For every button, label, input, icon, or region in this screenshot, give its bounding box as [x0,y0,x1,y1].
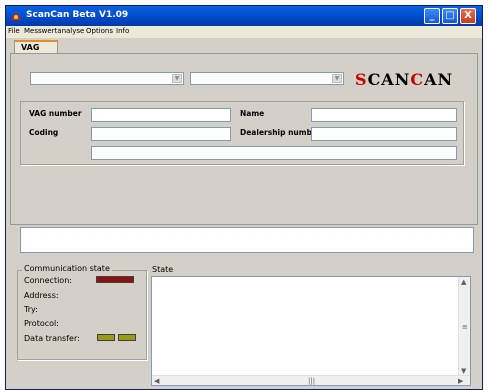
horizontal-scrollbar[interactable]: ◀ ||| ▶ [152,375,470,385]
coding-label: Coding [29,128,59,137]
app-logo-icon [11,12,21,20]
menu-messwertanalyse[interactable]: Messwertanalyse [24,27,84,35]
maximize-button[interactable]: □ [442,8,458,24]
menu-info[interactable]: Info [116,27,129,35]
address-label: Address: [24,291,59,300]
menu-bar: File Messwertanalyse Options Info [6,26,482,38]
minimize-button[interactable]: _ [424,8,440,24]
state-log-textarea[interactable]: ▲ ≡ ▼ ◀ ||| ▶ [151,276,471,386]
extra-info-field[interactable] [91,146,457,160]
tab-vag[interactable]: VAG [14,40,58,54]
logo-part-an: AN [424,70,454,89]
ecu-select-combo[interactable]: ▼ [30,72,184,85]
name-label: Name [240,109,265,118]
scroll-thumb-grip-icon[interactable]: ≡ [462,323,468,331]
scroll-thumb-grip-icon[interactable]: ||| [308,377,315,385]
communication-state-legend: Communication state [22,264,112,273]
close-button[interactable]: X [460,8,476,24]
logo-part-c: C [410,70,425,89]
scroll-down-icon[interactable]: ▼ [461,367,466,375]
menu-options[interactable]: Options [86,27,113,35]
scroll-left-icon[interactable]: ◀ [154,377,159,385]
data-transfer-rx-led [118,334,136,341]
protocol-label: Protocol: [24,319,59,328]
scroll-right-icon[interactable]: ▶ [458,377,463,385]
try-label: Try: [24,305,38,314]
menu-file[interactable]: File [8,27,20,35]
dealership-number-label: Dealership numbe [240,128,318,137]
function-select-combo[interactable]: ▼ [190,72,344,85]
connection-label: Connection: [24,276,72,285]
name-field[interactable] [311,108,457,122]
tab-vag-label: VAG [21,43,40,52]
logo-part-s: S [355,70,368,89]
data-transfer-tx-led [97,334,115,341]
scroll-up-icon[interactable]: ▲ [461,278,466,286]
window-title: ScanCan Beta V1.09 [26,10,129,20]
logo-part-can: CAN [367,70,411,89]
vertical-scrollbar[interactable]: ▲ ≡ ▼ [458,277,470,377]
message-box[interactable] [20,227,474,253]
state-label: State [152,265,174,274]
dealership-number-field[interactable] [311,127,457,141]
vag-info-group: VAG number Name Coding Dealership numbe [20,101,464,165]
scancan-logo: SCANCAN [355,71,479,89]
vag-number-field[interactable] [91,108,231,122]
chevron-down-icon[interactable]: ▼ [172,74,182,83]
vag-number-label: VAG number [29,109,82,118]
vag-tab-panel: ▼ ▼ SCANCAN VAG number Name Coding Deale… [10,53,478,225]
title-bar[interactable]: ScanCan Beta V1.09 _ □ X [6,6,482,26]
chevron-down-icon[interactable]: ▼ [332,74,342,83]
connection-led-indicator [96,276,134,283]
data-transfer-label: Data transfer: [24,334,80,343]
coding-field[interactable] [91,127,231,141]
